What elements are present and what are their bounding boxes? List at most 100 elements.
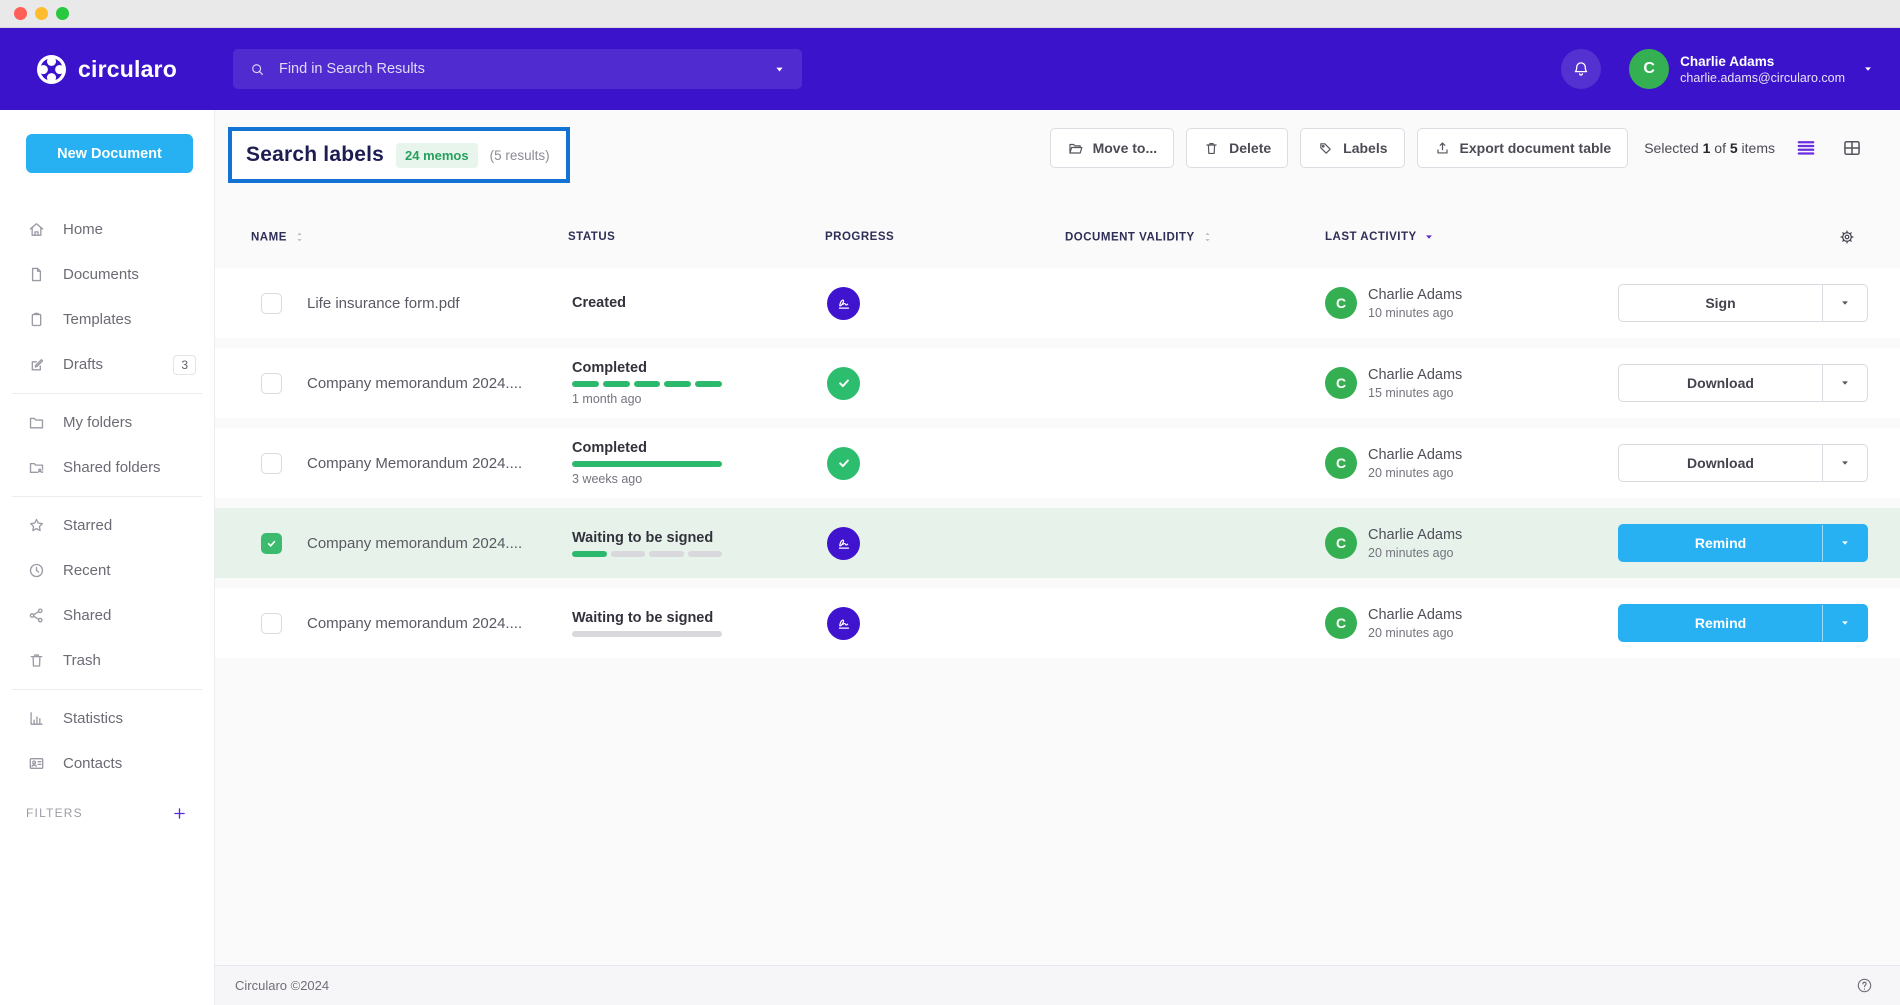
action-dropdown-button[interactable]	[1823, 605, 1867, 641]
sidebar-item-drafts[interactable]: Drafts3	[0, 342, 214, 387]
minimize-window-button[interactable]	[35, 7, 48, 20]
row-action-download-button[interactable]: Download	[1618, 444, 1868, 482]
global-search-input[interactable]: Find in Search Results	[233, 49, 802, 89]
user-menu[interactable]: C Charlie Adams charlie.adams@circularo.…	[1629, 49, 1874, 89]
last-activity-cell: CCharlie Adams20 minutes ago	[1325, 607, 1618, 640]
row-checkbox[interactable]	[261, 613, 282, 634]
sidebar-item-trash[interactable]: Trash	[0, 638, 214, 683]
document-name[interactable]: Company memorandum 2024....	[307, 615, 572, 632]
table-row[interactable]: Company memorandum 2024....Waiting to be…	[215, 588, 1900, 658]
column-header-progress[interactable]: PROGRESS	[825, 231, 894, 243]
toolbar-button-labels[interactable]: Labels	[1300, 128, 1404, 168]
list-view-button[interactable]	[1795, 137, 1817, 159]
sidebar-nav: HomeDocumentsTemplatesDrafts3 My folders S…	[0, 207, 214, 786]
action-button-label[interactable]: Download	[1619, 365, 1823, 401]
sidebar-item-shared-folders[interactable]: Shared folders	[0, 445, 214, 490]
column-header-label: DOCUMENT VALIDITY	[1065, 231, 1195, 243]
action-dropdown-button[interactable]	[1823, 285, 1867, 321]
progress-bar-segment	[611, 551, 646, 557]
activity-avatar: C	[1325, 607, 1357, 639]
action-button-label[interactable]: Remind	[1619, 605, 1823, 641]
column-header-name[interactable]: NAME	[251, 231, 306, 244]
signature-progress-badge	[827, 527, 860, 560]
sidebar-item-shared[interactable]: Shared	[0, 593, 214, 638]
row-checkbox[interactable]	[261, 533, 282, 554]
progress-bar-segment	[664, 381, 691, 387]
row-action-remind-button[interactable]: Remind	[1618, 604, 1868, 642]
activity-time: 20 minutes ago	[1368, 626, 1462, 640]
table-row[interactable]: Company Memorandum 2024....Completed3 we…	[215, 428, 1900, 498]
status-label: Waiting to be signed	[572, 530, 827, 546]
signature-icon	[834, 293, 854, 313]
sidebar-item-label: Contacts	[63, 755, 122, 772]
sidebar-item-label: Statistics	[63, 710, 123, 727]
row-action-download-button[interactable]: Download	[1618, 364, 1868, 402]
row-checkbox[interactable]	[261, 373, 282, 394]
column-header-last-activity[interactable]: LAST ACTIVITY	[1325, 231, 1435, 243]
user-info: Charlie Adams charlie.adams@circularo.co…	[1680, 54, 1845, 85]
last-activity-cell: CCharlie Adams15 minutes ago	[1325, 367, 1618, 400]
sidebar-item-documents[interactable]: Documents	[0, 252, 214, 297]
column-header-document-validity[interactable]: DOCUMENT VALIDITY	[1065, 231, 1214, 244]
toolbar-button-export-document-table[interactable]: Export document table	[1417, 128, 1629, 168]
selection-of: of	[1714, 140, 1726, 156]
document-name[interactable]: Company Memorandum 2024....	[307, 455, 572, 472]
gear-icon[interactable]	[1838, 228, 1856, 246]
caret-down-icon	[1839, 537, 1851, 549]
document-name[interactable]: Company memorandum 2024....	[307, 375, 572, 392]
search-icon	[249, 61, 266, 78]
document-name[interactable]: Company memorandum 2024....	[307, 535, 572, 552]
sidebar-item-label: Starred	[63, 517, 112, 534]
status-cell: Created	[572, 268, 827, 338]
activity-avatar: C	[1325, 527, 1357, 559]
toolbar-button-label: Move to...	[1093, 140, 1158, 156]
table-row[interactable]: Company memorandum 2024....Waiting to be…	[215, 508, 1900, 578]
sidebar-item-label: My folders	[63, 414, 132, 431]
selection-suffix: items	[1742, 140, 1775, 156]
signature-progress-badge	[827, 607, 860, 640]
add-filter-button[interactable]	[171, 805, 188, 822]
action-dropdown-button[interactable]	[1823, 445, 1867, 481]
action-dropdown-button[interactable]	[1823, 365, 1867, 401]
progress-bar-segment	[572, 551, 607, 557]
sidebar-item-templates[interactable]: Templates	[0, 297, 214, 342]
sidebar-item-statistics[interactable]: Statistics	[0, 696, 214, 741]
action-dropdown-button[interactable]	[1823, 525, 1867, 561]
toolbar-button-move-to[interactable]: Move to...	[1050, 128, 1175, 168]
table-row[interactable]: Life insurance form.pdfCreatedCCharlie A…	[215, 268, 1900, 338]
column-header-status[interactable]: STATUS	[568, 231, 615, 243]
row-action-sign-button[interactable]: Sign	[1618, 284, 1868, 322]
row-checkbox[interactable]	[261, 293, 282, 314]
status-time: 1 month ago	[572, 392, 827, 406]
help-button[interactable]	[1855, 976, 1874, 995]
zoom-window-button[interactable]	[56, 7, 69, 20]
table-row[interactable]: Company memorandum 2024....Completed1 mo…	[215, 348, 1900, 418]
template-icon	[27, 310, 46, 329]
search-dropdown-caret-icon[interactable]	[773, 63, 786, 76]
sidebar-divider	[12, 689, 202, 690]
sidebar-item-my-folders[interactable]: My folders	[0, 400, 214, 445]
row-checkbox[interactable]	[261, 453, 282, 474]
sidebar-item-contacts[interactable]: Contacts	[0, 741, 214, 786]
new-document-button[interactable]: New Document	[26, 134, 193, 173]
caret-down-icon	[1839, 377, 1851, 389]
sidebar-item-starred[interactable]: Starred	[0, 503, 214, 548]
row-action-remind-button[interactable]: Remind	[1618, 524, 1868, 562]
action-button-label[interactable]: Download	[1619, 445, 1823, 481]
document-name[interactable]: Life insurance form.pdf	[307, 295, 572, 312]
toolbar-button-delete[interactable]: Delete	[1186, 128, 1288, 168]
sidebar-item-label: Recent	[63, 562, 111, 579]
sidebar-item-recent[interactable]: Recent	[0, 548, 214, 593]
document-icon	[27, 265, 46, 284]
grid-view-button[interactable]	[1841, 137, 1863, 159]
trash-icon	[1203, 140, 1220, 157]
progress-bar	[572, 461, 722, 467]
sidebar-item-home[interactable]: Home	[0, 207, 214, 252]
check-progress-badge	[827, 447, 860, 480]
action-button-label[interactable]: Remind	[1619, 525, 1823, 561]
close-window-button[interactable]	[14, 7, 27, 20]
notifications-button[interactable]	[1561, 49, 1601, 89]
check-progress-badge	[827, 367, 860, 400]
action-button-label[interactable]: Sign	[1619, 285, 1823, 321]
caret-down-icon	[1839, 617, 1851, 629]
